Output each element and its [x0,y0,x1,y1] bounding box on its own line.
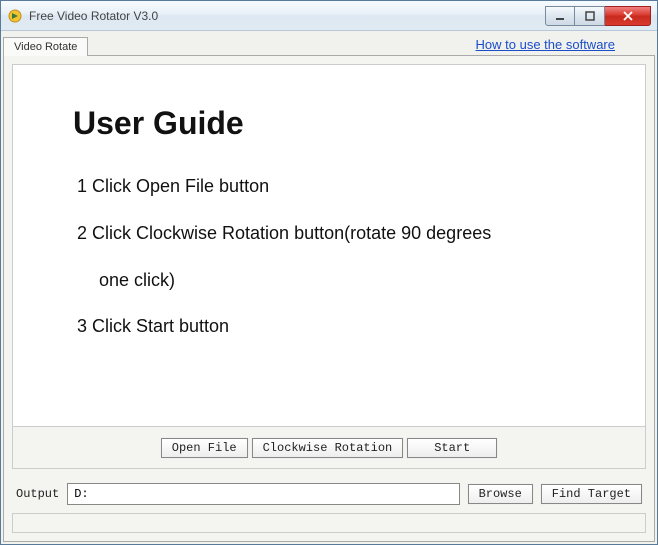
output-path-input[interactable] [67,483,459,505]
browse-button[interactable]: Browse [468,484,533,504]
close-button[interactable] [605,6,651,26]
tab-content: User Guide 1 Click Open File button 2 Cl… [3,55,655,542]
guide-step-2a: 2 Click Clockwise Rotation button(rotate… [73,219,585,248]
output-label: Output [16,487,59,501]
preview-area: User Guide 1 Click Open File button 2 Cl… [12,64,646,427]
guide-step-1: 1 Click Open File button [73,172,585,201]
client-area: Video Rotate How to use the software Use… [1,31,657,544]
find-target-button[interactable]: Find Target [541,484,642,504]
titlebar: Free Video Rotator V3.0 [1,1,657,31]
window-controls [545,6,651,26]
app-icon [7,8,23,24]
tab-video-rotate[interactable]: Video Rotate [3,37,88,56]
guide-heading: User Guide [73,105,585,142]
help-link[interactable]: How to use the software [476,37,615,52]
status-bar [12,513,646,533]
open-file-button[interactable]: Open File [161,438,248,458]
window-title: Free Video Rotator V3.0 [29,9,545,23]
start-button[interactable]: Start [407,438,497,458]
minimize-button[interactable] [545,6,575,26]
clockwise-rotation-button[interactable]: Clockwise Rotation [252,438,404,458]
output-row: Output Browse Find Target [12,475,646,513]
tab-row: Video Rotate How to use the software [3,33,655,55]
maximize-button[interactable] [575,6,605,26]
action-button-row: Open File Clockwise Rotation Start [12,427,646,469]
guide-step-2b: one click) [73,266,585,295]
guide-step-3: 3 Click Start button [73,312,585,341]
